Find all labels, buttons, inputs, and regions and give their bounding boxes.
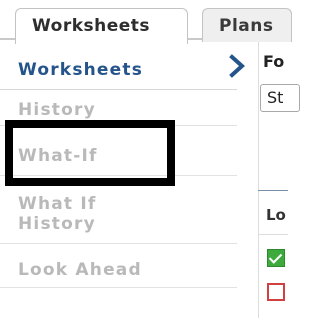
sidebar-item-label: Look Ahead [18, 260, 142, 280]
format-select-value: St [267, 88, 284, 107]
sidebar-item-label-line2: History [18, 214, 96, 234]
sidebar-item-look-ahead[interactable]: Look Ahead [0, 250, 237, 288]
tab-bar: Worksheets Plans [0, 0, 292, 44]
sidebar-item-label: History [18, 100, 96, 120]
tab-plans-label: Plans [219, 16, 274, 36]
chevron-right-icon [229, 54, 245, 78]
sidebar-item-worksheets[interactable]: Worksheets [0, 54, 237, 90]
row-divider [258, 234, 288, 235]
checkbox-unchecked[interactable] [267, 283, 285, 301]
highlight-box [5, 120, 175, 186]
format-select[interactable]: St [260, 84, 300, 112]
tab-worksheets[interactable]: Worksheets [15, 8, 188, 44]
tab-worksheets-label: Worksheets [32, 16, 151, 36]
column-header: Lo [266, 206, 286, 224]
tab-plans[interactable]: Plans [202, 8, 292, 42]
panel-divider [258, 42, 259, 318]
sidebar-item-label-line1: What If [18, 194, 97, 214]
section-divider [258, 190, 288, 191]
format-label: Fo [263, 52, 285, 71]
sidebar-item-what-if-history[interactable]: What If History [0, 190, 237, 244]
checkbox-checked[interactable] [267, 249, 285, 267]
sidebar-item-label: Worksheets [18, 60, 144, 80]
